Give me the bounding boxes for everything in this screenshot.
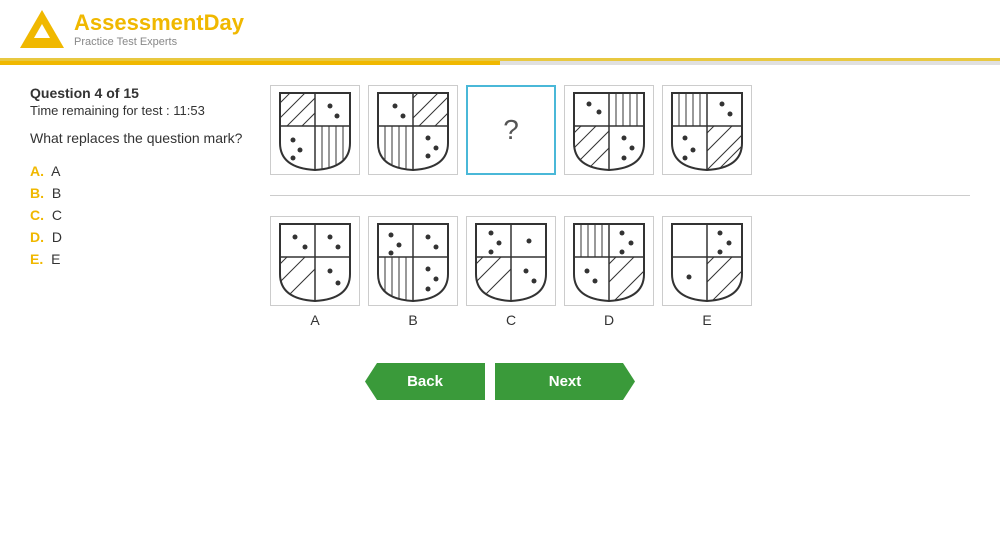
logo-text: AssessmentDay Practice Test Experts: [74, 10, 244, 48]
left-panel: Question 4 of 15 Time remaining for test…: [30, 85, 250, 328]
option-e[interactable]: E. E: [30, 248, 250, 270]
answer-shield-e[interactable]: [662, 216, 752, 306]
sequence-item-4: [564, 85, 654, 175]
sequence-item-5: [662, 85, 752, 175]
sequence-row: ?: [270, 85, 970, 175]
answer-label-b: B: [408, 312, 417, 328]
logo-title: AssessmentDay: [74, 10, 244, 36]
question-text: What replaces the question mark?: [30, 130, 250, 146]
answer-shield-a[interactable]: [270, 216, 360, 306]
answer-label-e: E: [702, 312, 711, 328]
main-content: Question 4 of 15 Time remaining for test…: [0, 65, 1000, 348]
logo-icon: [20, 10, 64, 48]
section-divider: [270, 195, 970, 196]
right-panel: ?: [270, 85, 970, 328]
answer-item-d[interactable]: D: [564, 216, 654, 328]
answer-shield-d[interactable]: [564, 216, 654, 306]
answer-shield-c[interactable]: [466, 216, 556, 306]
options-list: A. A B. B C. C D. D E. E: [30, 160, 250, 270]
answer-label-a: A: [310, 312, 319, 328]
sequence-item-1: [270, 85, 360, 175]
question-number: Question 4 of 15: [30, 85, 250, 101]
answer-label-d: D: [604, 312, 614, 328]
answer-item-b[interactable]: B: [368, 216, 458, 328]
nav-buttons: Back Next: [0, 363, 1000, 410]
answer-row: A: [270, 216, 970, 328]
answer-item-a[interactable]: A: [270, 216, 360, 328]
option-d[interactable]: D. D: [30, 226, 250, 248]
option-c[interactable]: C. C: [30, 204, 250, 226]
answer-label-c: C: [506, 312, 516, 328]
answer-item-c[interactable]: C: [466, 216, 556, 328]
back-button[interactable]: Back: [365, 363, 485, 400]
answer-item-e[interactable]: E: [662, 216, 752, 328]
next-button[interactable]: Next: [495, 363, 635, 400]
header: AssessmentDay Practice Test Experts: [0, 0, 1000, 61]
option-b[interactable]: B. B: [30, 182, 250, 204]
question-info: Question 4 of 15 Time remaining for test…: [30, 85, 250, 118]
sequence-item-2: [368, 85, 458, 175]
time-remaining: Time remaining for test : 11:53: [30, 103, 250, 118]
option-a[interactable]: A. A: [30, 160, 250, 182]
answer-shield-b[interactable]: [368, 216, 458, 306]
logo-subtitle: Practice Test Experts: [74, 36, 244, 48]
question-mark: ?: [503, 114, 519, 146]
sequence-item-3-question: ?: [466, 85, 556, 175]
